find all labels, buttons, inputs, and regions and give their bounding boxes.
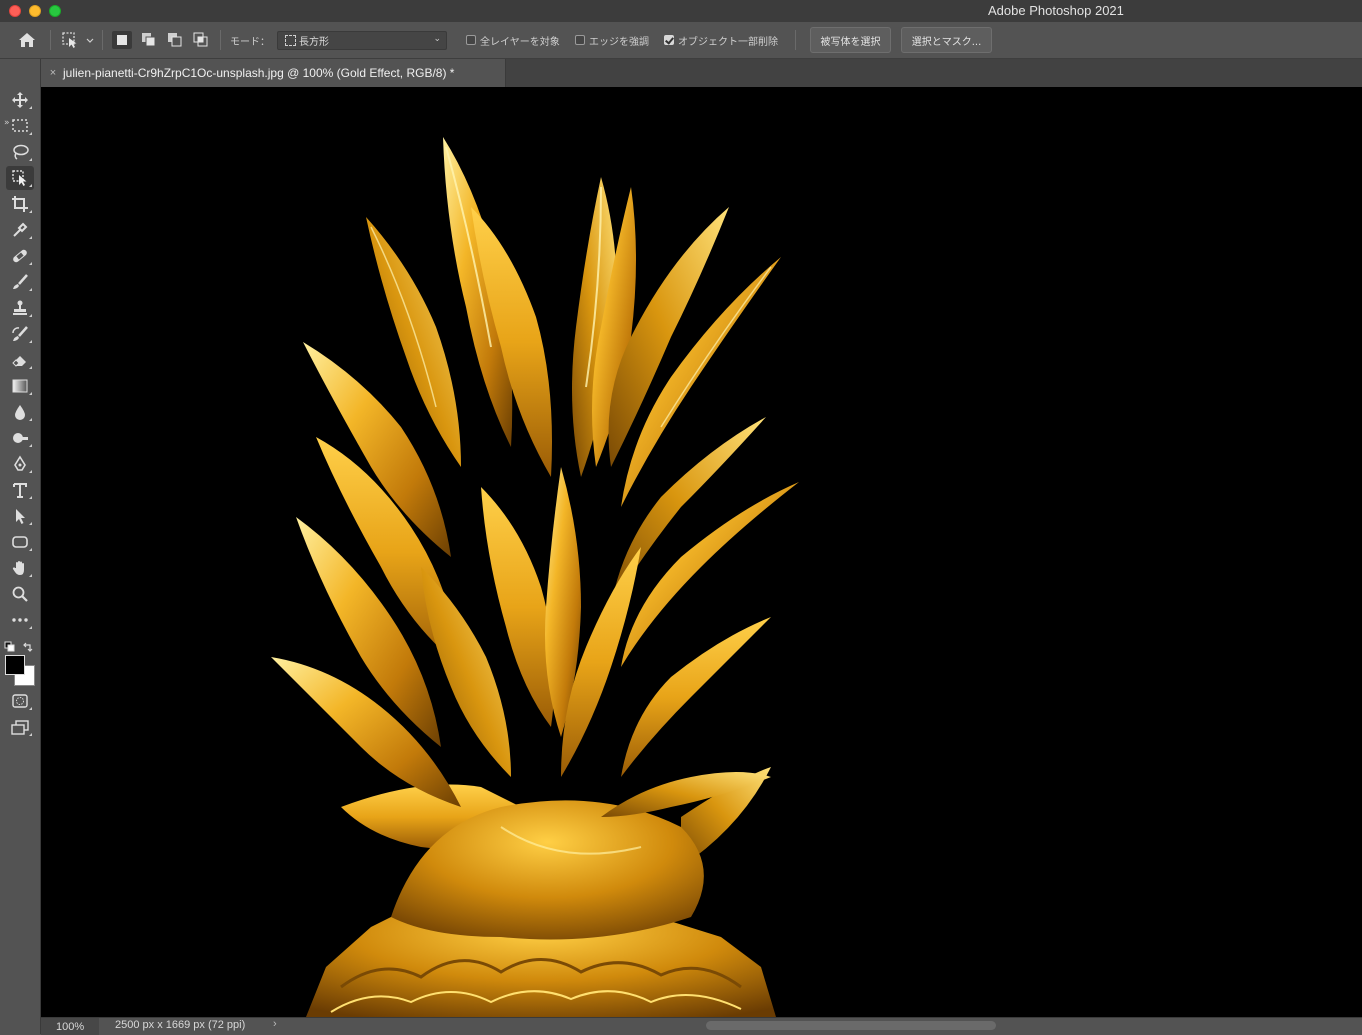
marquee-tool-button[interactable] — [6, 114, 34, 138]
type-tool-button[interactable] — [6, 478, 34, 502]
crop-icon — [12, 196, 28, 212]
magnifier-icon — [12, 586, 28, 602]
add-to-selection-button[interactable] — [139, 31, 159, 49]
object-selection-tool-button[interactable] — [6, 166, 34, 190]
document-canvas[interactable] — [41, 87, 1362, 1017]
pen-tool-button[interactable] — [6, 452, 34, 476]
status-bar: 100% 2500 px x 1669 px (72 ppi) › — [41, 1017, 1362, 1035]
mode-label: モード： — [230, 36, 270, 48]
foreground-color-swatch[interactable] — [5, 655, 25, 675]
dodge-tool-button[interactable] — [6, 426, 34, 450]
subtract-selection-icon — [168, 33, 182, 47]
new-selection-icon — [117, 35, 127, 45]
history-brush-tool-button[interactable] — [6, 322, 34, 346]
horizontal-scrollbar[interactable] — [706, 1021, 996, 1030]
object-subtract-label: オブジェクト一部削除 — [678, 36, 778, 48]
blur-tool-button[interactable] — [6, 400, 34, 424]
status-menu-arrow-icon[interactable]: › — [273, 1018, 277, 1030]
eraser-icon — [12, 356, 26, 367]
enhance-edge-checkbox[interactable]: エッジを強調 — [575, 22, 649, 58]
subtract-from-selection-button[interactable] — [165, 31, 185, 49]
default-colors-icon — [4, 641, 15, 652]
close-tab-icon[interactable]: × — [43, 67, 63, 79]
object-selection-icon — [12, 170, 27, 186]
zoom-tool-button[interactable] — [6, 582, 34, 606]
pen-icon — [14, 455, 26, 471]
swap-arrows-icon — [23, 642, 33, 652]
zoom-level-field[interactable]: 100% — [41, 1018, 99, 1035]
add-selection-icon — [142, 33, 156, 47]
document-info: 2500 px x 1669 px (72 ppi) — [115, 1019, 246, 1031]
rectangular-marquee-icon — [12, 119, 28, 132]
all-layers-checkbox[interactable]: 全レイヤーを対象 — [466, 22, 560, 58]
quick-mask-icon — [12, 694, 28, 708]
path-selection-tool-button[interactable] — [6, 504, 34, 528]
eyedropper-icon — [13, 222, 28, 237]
lasso-icon — [13, 144, 29, 160]
gradient-tool-button[interactable] — [6, 374, 34, 398]
options-bar: モード： 長方形 ⌄ 全レイヤーを対象 エッジを強調 オブジェクト一部削除 被写… — [0, 22, 1362, 59]
gold-pineapple-image — [271, 137, 799, 1017]
quick-mask-button[interactable] — [6, 689, 34, 713]
select-subject-button[interactable]: 被写体を選択 — [810, 27, 891, 53]
eyedropper-tool-button[interactable] — [6, 218, 34, 242]
brush-icon — [13, 274, 28, 289]
mode-select-value: 長方形 — [299, 37, 329, 48]
enhance-edge-label: エッジを強調 — [589, 36, 649, 48]
checkbox-icon — [575, 35, 585, 45]
intersect-selection-icon — [193, 32, 208, 47]
move-icon — [12, 92, 28, 108]
object-selection-preset-icon — [62, 32, 94, 48]
eraser-tool-button[interactable] — [6, 348, 34, 372]
hand-icon — [12, 561, 24, 575]
close-window-button[interactable] — [9, 5, 21, 17]
more-tools-button[interactable] — [6, 608, 34, 632]
new-selection-button[interactable] — [112, 31, 132, 49]
all-layers-label: 全レイヤーを対象 — [480, 36, 560, 48]
stamp-icon — [13, 300, 27, 315]
history-brush-icon — [12, 326, 28, 341]
checkbox-checked-icon — [664, 35, 674, 45]
dodge-icon — [13, 433, 28, 443]
ellipsis-icon — [12, 618, 28, 622]
chevron-down-icon: ⌄ — [433, 34, 441, 44]
checkbox-icon — [466, 35, 476, 45]
clone-stamp-tool-button[interactable] — [6, 296, 34, 320]
crop-tool-button[interactable] — [6, 192, 34, 216]
document-tab-title: julien-pianetti-Cr9hZrpC1Oc-unsplash.jpg… — [63, 66, 455, 80]
minimize-window-button[interactable] — [29, 5, 41, 17]
hand-tool-button[interactable] — [6, 556, 34, 580]
title-bar: Adobe Photoshop 2021 — [0, 0, 1362, 23]
maximize-window-button[interactable] — [49, 5, 61, 17]
screen-mode-button[interactable] — [6, 715, 34, 739]
mode-select[interactable]: 長方形 ⌄ — [277, 31, 447, 50]
bandage-icon — [13, 249, 27, 263]
gradient-icon — [12, 379, 28, 393]
intersect-selection-button[interactable] — [191, 31, 211, 49]
move-tool-button[interactable] — [6, 88, 34, 112]
home-icon — [19, 33, 35, 47]
rounded-rectangle-icon — [12, 536, 28, 548]
type-icon — [13, 483, 27, 498]
drop-icon — [15, 405, 25, 420]
select-and-mask-button[interactable]: 選択とマスク... — [901, 27, 992, 53]
home-button[interactable] — [16, 22, 38, 58]
screen-mode-icon — [11, 720, 29, 735]
arrow-cursor-icon — [16, 509, 25, 524]
app-title: Adobe Photoshop 2021 — [988, 3, 1124, 18]
brush-tool-button[interactable] — [6, 270, 34, 294]
tools-panel: » — [0, 59, 41, 1034]
document-tab-bar: × julien-pianetti-Cr9hZrpC1Oc-unsplash.j… — [41, 59, 1362, 87]
rectangle-mode-icon — [285, 35, 296, 46]
lasso-tool-button[interactable] — [6, 140, 34, 164]
healing-brush-tool-button[interactable] — [6, 244, 34, 268]
document-tab[interactable]: × julien-pianetti-Cr9hZrpC1Oc-unsplash.j… — [41, 59, 506, 87]
tool-preset-picker[interactable] — [60, 22, 96, 58]
object-subtract-checkbox[interactable]: オブジェクト一部削除 — [664, 22, 778, 58]
rectangle-tool-button[interactable] — [6, 530, 34, 554]
